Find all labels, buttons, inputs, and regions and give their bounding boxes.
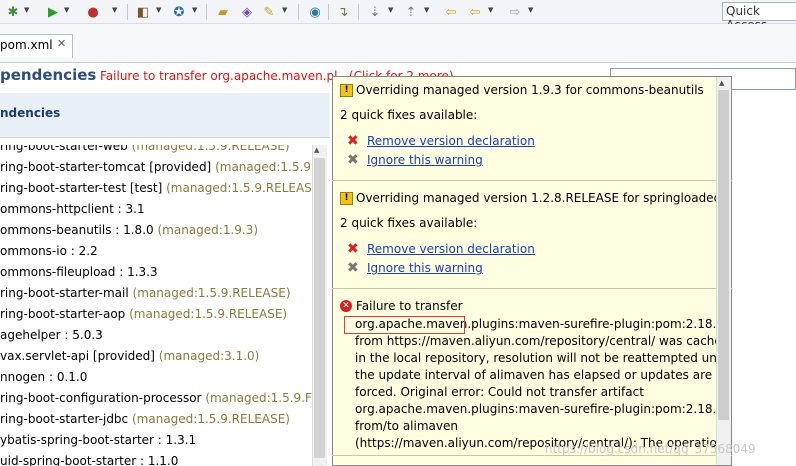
external-tools-dropdown-arrow[interactable]: ▼ [112, 6, 117, 14]
quick-access-input[interactable]: Quick Access [722, 2, 796, 32]
list-item[interactable]: nnogen : 0.1.0 [0, 370, 87, 390]
error-line: from/to alimaven [355, 419, 458, 433]
error-line: forced. Original error: Could not transf… [355, 385, 644, 399]
list-item[interactable]: ommons-beanutils : 1.8.0 (managed:1.9.3) [0, 223, 258, 243]
last-edit-location-icon[interactable]: ⇦ [442, 3, 460, 21]
new-project-icon[interactable]: ◧ [134, 3, 152, 21]
remove-icon: ✖ [347, 133, 359, 149]
ignore-icon: ✖ [347, 260, 359, 276]
external-tools-icon[interactable]: ● [84, 3, 102, 21]
close-icon[interactable]: ✕ [57, 37, 66, 50]
toolbar-separator [328, 4, 329, 20]
list-item[interactable]: ring-boot-starter-tomcat [provided] (man… [0, 160, 311, 180]
list-item[interactable]: ommons-fileupload : 1.3.3 [0, 265, 158, 285]
remove-version-link[interactable]: Remove version declaration [367, 134, 535, 148]
previous-edit-dropdown-arrow[interactable]: ▼ [424, 6, 429, 14]
divider [332, 288, 732, 289]
popup-scrollbar-thumb[interactable] [718, 90, 729, 420]
list-item[interactable]: ring-boot-starter-web (managed:1.5.9.REL… [0, 145, 290, 159]
ignore-icon: ✖ [347, 152, 359, 168]
list-item[interactable]: ring-boot-starter-jdbc (managed:1.5.9.RE… [0, 412, 290, 432]
toolbar-separator [127, 4, 128, 20]
previous-edit-icon[interactable]: ⇡ [402, 3, 420, 21]
list-item[interactable]: ring-boot-starter-aop (managed:1.5.9.REL… [0, 307, 287, 327]
error-line: from https://maven.aliyun.com/repository… [355, 334, 730, 348]
back-icon[interactable]: ⇦ [466, 3, 484, 21]
right-panel [732, 93, 796, 466]
error-line: the update interval of alimaven has elap… [355, 368, 713, 382]
new-class-icon[interactable]: ✪ [170, 3, 188, 21]
toolbar-separator [358, 4, 359, 20]
dependencies-list: ring-boot-starter-web (managed:1.5.9.REL… [0, 145, 312, 466]
next-edit-icon[interactable]: ⇣ [366, 3, 384, 21]
error-line: org.apache.maven.plugins:maven-surefire-… [355, 402, 724, 416]
quick-fixes-label: 2 quick fixes available: [340, 108, 478, 122]
warning-icon: ! [340, 192, 353, 205]
watermark: https://blog.csdn.net/qq_37568049 [545, 442, 756, 456]
tab-pom-xml-label: pom.xml [0, 38, 53, 52]
remove-icon: ✖ [347, 241, 359, 257]
next-edit-dropdown-arrow[interactable]: ▼ [388, 6, 393, 14]
globe-icon[interactable]: ◉ [306, 3, 324, 21]
main-toolbar: ✱ ▼ ▶ ▼ ● ▼ ◧ ▼ ✪ ▼ ▰ ◈ ✎ ▼ ◉ ↴ ⇣ ▼ ⇡ ▼ … [0, 0, 796, 32]
scroll-up-arrow-icon[interactable]: ▲ [719, 79, 724, 87]
back-dropdown-arrow[interactable]: ▼ [488, 6, 493, 14]
section-title[interactable]: ndencies [0, 106, 60, 120]
toolbar-separator [298, 4, 299, 20]
error-title: Failure to transfer [356, 299, 463, 313]
warning-message: Overriding managed version 1.2.8.RELEASE… [356, 191, 722, 205]
ignore-warning-link[interactable]: Ignore this warning [367, 153, 483, 167]
run-icon[interactable]: ▶ [44, 3, 62, 21]
next-annotation-icon[interactable]: ↴ [334, 3, 352, 21]
list-item[interactable]: ommons-httpclient : 3.1 [0, 202, 145, 222]
run-dropdown-arrow[interactable]: ▼ [64, 6, 69, 14]
dependencies-scrollbar-thumb[interactable] [314, 158, 325, 458]
list-item[interactable]: uid-spring-boot-starter : 1.1.0 [0, 454, 178, 466]
page-title: pendencies [0, 66, 97, 84]
debug-icon[interactable]: ✱ [4, 3, 22, 21]
list-item[interactable]: ring-boot-configuration-processor (manag… [0, 391, 312, 411]
error-line: in the local repository, resolution will… [355, 351, 729, 365]
list-item[interactable]: ring-boot-starter-mail (managed:1.5.9.RE… [0, 286, 291, 306]
list-item[interactable]: ommons-io : 2.2 [0, 244, 98, 264]
remove-version-link[interactable]: Remove version declaration [367, 242, 535, 256]
list-item[interactable]: vax.servlet-api [provided] (managed:3.1.… [0, 349, 259, 369]
quick-fixes-label: 2 quick fixes available: [340, 216, 478, 230]
toolbar-separator [206, 4, 207, 20]
error-icon: ✕ [340, 300, 352, 312]
warning-icon: ! [340, 84, 353, 97]
new-project-dropdown-arrow[interactable]: ▼ [156, 6, 161, 14]
scroll-up-arrow-icon[interactable]: ▲ [314, 146, 319, 154]
new-class-dropdown-arrow[interactable]: ▼ [192, 6, 197, 14]
list-item[interactable]: agehelper : 5.0.3 [0, 328, 103, 348]
edit-pencil-icon[interactable]: ✎ [260, 3, 278, 21]
open-folder-icon[interactable]: ▰ [214, 3, 232, 21]
forward-icon[interactable]: ⇨ [506, 3, 524, 21]
forward-dropdown-arrow[interactable]: ▼ [528, 6, 533, 14]
ignore-warning-link[interactable]: Ignore this warning [367, 261, 483, 275]
warning-message: Overriding managed version 1.9.3 for com… [356, 83, 704, 97]
list-item[interactable]: ybatis-spring-boot-starter : 1.3.1 [0, 433, 196, 453]
open-type-icon[interactable]: ◈ [238, 3, 256, 21]
divider [332, 180, 732, 181]
highlight-annotation [344, 316, 465, 334]
pencil-dropdown-arrow[interactable]: ▼ [282, 6, 287, 14]
editor-tab-bar [0, 24, 796, 63]
debug-dropdown-arrow[interactable]: ▼ [24, 6, 29, 14]
list-item[interactable]: ring-boot-starter-test [test] (managed:1… [0, 181, 312, 201]
